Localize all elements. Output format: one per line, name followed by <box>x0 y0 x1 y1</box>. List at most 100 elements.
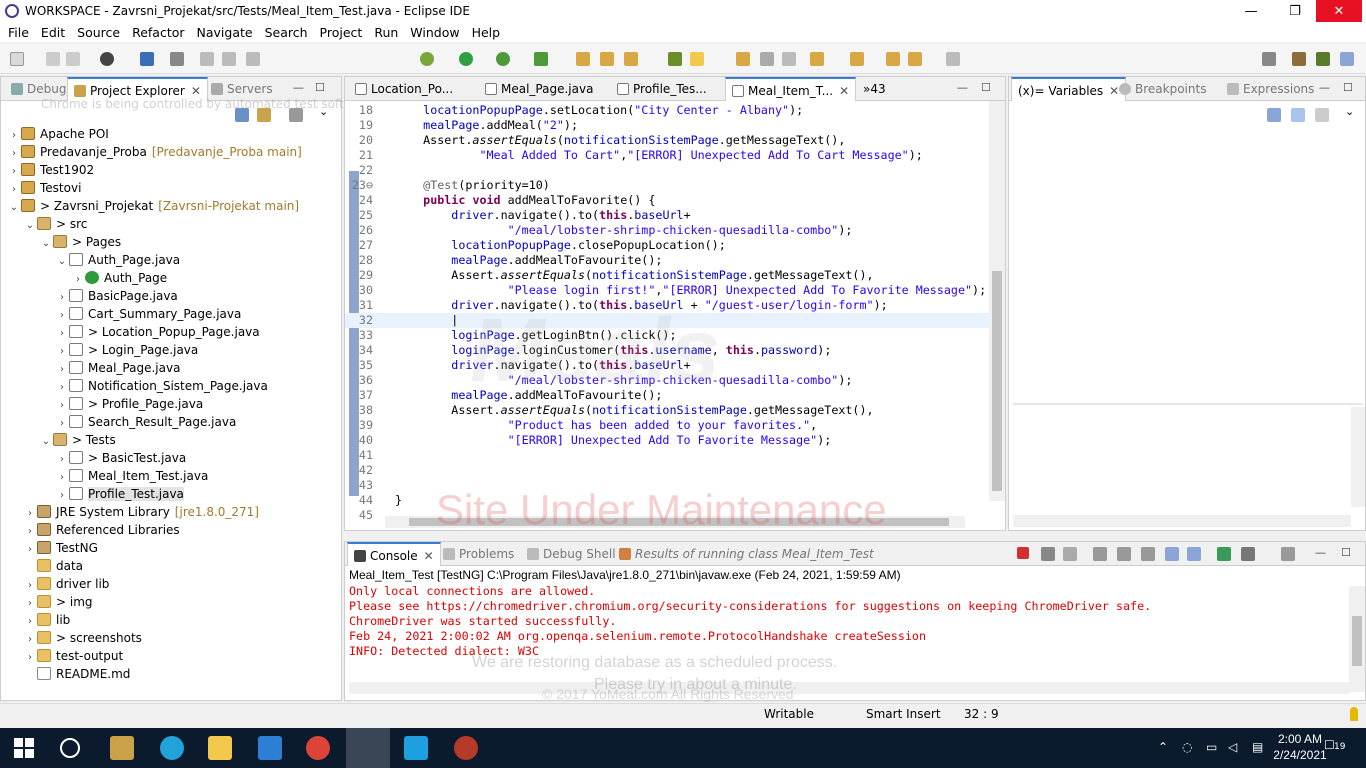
tree-item[interactable]: › driver lib <box>23 575 109 593</box>
tab-profile-test[interactable]: Profile_Tes... <box>611 77 713 101</box>
tree-item[interactable]: › Search_Result_Page.java <box>55 413 236 431</box>
windows-start-icon[interactable] <box>12 736 36 760</box>
maximize-view-icon[interactable]: ☐ <box>1343 81 1353 94</box>
code-line[interactable]: 38 Assert.assertEquals(notificationSiste… <box>345 403 989 418</box>
debug-config-icon[interactable] <box>100 52 114 66</box>
console-vertical-scrollbar[interactable] <box>1349 586 1365 692</box>
view-filter-icon[interactable] <box>289 108 303 122</box>
menu-refactor[interactable]: Refactor <box>126 25 190 40</box>
debug-perspective-icon[interactable] <box>1340 52 1354 66</box>
code-line[interactable]: 29 Assert.assertEquals(notificationSiste… <box>345 268 989 283</box>
menu-file[interactable]: File <box>2 25 35 40</box>
code-line[interactable]: 40 "[ERROR] Unexpected Add To Favorite M… <box>345 433 989 448</box>
collapse-all-icon[interactable] <box>1315 108 1329 122</box>
details-horizontal-scrollbar[interactable] <box>1013 515 1351 527</box>
tab-breakpoints[interactable]: Breakpoints <box>1113 77 1212 101</box>
code-line[interactable]: 21 "Meal Added To Cart","[ERROR] Unexpec… <box>345 148 989 163</box>
tab-location-popup-page[interactable]: Location_Po... <box>349 77 459 101</box>
save-icon[interactable] <box>46 52 60 66</box>
volume-icon[interactable]: ◁ <box>1228 740 1237 754</box>
skype-icon[interactable] <box>404 736 428 760</box>
show-on-stdout-icon[interactable] <box>1165 547 1179 561</box>
code-line[interactable]: 42 <box>345 463 989 478</box>
tab-problems[interactable]: Problems <box>437 542 520 566</box>
minimize-view-icon[interactable]: — <box>957 81 968 94</box>
menu-window[interactable]: Window <box>404 25 465 40</box>
java-perspective-icon[interactable] <box>1316 52 1330 66</box>
tree-item[interactable]: ⌄ > Pages <box>39 233 121 251</box>
tree-item[interactable]: › TestNG <box>23 539 98 557</box>
tab-expressions[interactable]: Expressions <box>1221 77 1320 101</box>
code-line[interactable]: 36 "/meal/lobster-shrimp-chicken-quesadi… <box>345 373 989 388</box>
tree-item[interactable]: › Profile_Test.java <box>55 485 184 503</box>
code-line[interactable]: 27 locationPopupPage.closePopupLocation(… <box>345 238 989 253</box>
insert-mode-status[interactable]: Smart Insert <box>866 707 941 721</box>
edge-icon[interactable] <box>160 736 184 760</box>
collapse-all-icon[interactable] <box>235 108 249 122</box>
expanded-arrow-icon[interactable]: ⌄ <box>23 217 37 235</box>
code-line[interactable]: 43 <box>345 478 989 493</box>
display-console-icon[interactable] <box>1241 547 1255 561</box>
toggle-mark-icon[interactable] <box>736 52 750 66</box>
prev-edit-icon[interactable] <box>850 52 864 66</box>
skip-breakpoints-icon[interactable] <box>170 52 184 66</box>
terminate-icon[interactable] <box>1017 547 1029 559</box>
terminate-icon[interactable] <box>246 52 260 66</box>
keyboard-icon[interactable]: ▤ <box>1252 740 1263 754</box>
tree-item[interactable]: › lib <box>23 611 70 629</box>
scroll-lock-icon[interactable] <box>1117 547 1131 561</box>
tree-item[interactable]: › Predavanje_Proba [Predavanje_Proba main] <box>7 143 302 161</box>
expanded-arrow-icon[interactable]: ⌄ <box>55 253 69 271</box>
tab-variables[interactable]: (x)= Variables ✕ <box>1011 77 1127 101</box>
menu-search[interactable]: Search <box>259 25 314 40</box>
tree-item[interactable]: › BasicPage.java <box>55 287 178 305</box>
debug-icon[interactable] <box>420 52 434 66</box>
tree-item[interactable]: ⌄ > src <box>23 215 87 233</box>
word-wrap-icon[interactable] <box>1141 547 1155 561</box>
code-line[interactable]: 23⊖ @Test(priority=10) <box>345 178 989 193</box>
tree-item[interactable]: › > Location_Popup_Page.java <box>55 323 260 341</box>
tab-console[interactable]: Console ✕ <box>347 542 441 566</box>
tab-testng-results[interactable]: Results of running class Meal_Item_Test <box>613 542 880 566</box>
back-icon[interactable] <box>908 52 922 66</box>
editor-vertical-scrollbar[interactable] <box>989 101 1005 501</box>
search-icon[interactable] <box>624 52 638 66</box>
expanded-arrow-icon[interactable]: ⌄ <box>7 199 21 217</box>
show-hidden-icons-icon[interactable]: ⌃ <box>1158 740 1168 754</box>
last-edit-icon[interactable] <box>886 52 900 66</box>
details-scrollbar[interactable] <box>1351 407 1365 507</box>
view-menu-chevron-icon[interactable]: ⌄ <box>319 105 328 118</box>
view-menu-chevron-icon[interactable]: ⌄ <box>1345 105 1354 118</box>
remove-launch-icon[interactable] <box>1041 547 1055 561</box>
menu-source[interactable]: Source <box>71 25 126 40</box>
coverage-icon[interactable] <box>496 52 510 66</box>
tree-item[interactable]: › Apache POI <box>7 125 109 143</box>
code-line[interactable]: 26 "/meal/lobster-shrimp-chicken-quesadi… <box>345 223 989 238</box>
open-perspective-icon[interactable] <box>1262 52 1276 66</box>
code-line[interactable]: 22 <box>345 163 989 178</box>
next-annotation-icon[interactable] <box>668 52 682 66</box>
taskbar-clock[interactable]: 2:00 AM 2/24/2021 <box>1270 731 1330 763</box>
mail-icon[interactable] <box>258 736 282 760</box>
tree-item[interactable]: data <box>23 557 83 575</box>
tree-item[interactable]: ⌄ Auth_Page.java <box>55 251 180 269</box>
minimize-button[interactable]: — <box>1228 0 1274 22</box>
battery-icon[interactable]: ▭ <box>1206 740 1217 754</box>
suspend-icon[interactable] <box>222 52 236 66</box>
open-console-icon[interactable] <box>1281 547 1295 561</box>
tree-item[interactable]: ⌄ > Tests <box>39 431 116 449</box>
code-line[interactable]: 41 <box>345 448 989 463</box>
block-selection-icon[interactable] <box>760 52 774 66</box>
tree-item[interactable]: › test-output <box>23 647 123 665</box>
open-task-icon[interactable] <box>600 52 614 66</box>
show-on-stderr-icon[interactable] <box>1187 547 1201 561</box>
code-line[interactable]: 32 | <box>345 313 989 328</box>
console-horizontal-scrollbar[interactable] <box>349 682 1349 694</box>
code-line[interactable]: 20 Assert.assertEquals(notificationSiste… <box>345 133 989 148</box>
code-line[interactable]: 37 mealPage.addMealToFavourite(); <box>345 388 989 403</box>
code-line[interactable]: 33 loginPage.getLoginBtn().click(); <box>345 328 989 343</box>
code-line[interactable]: 30 "Please login first!","[ERROR] Unexpe… <box>345 283 989 298</box>
tab-meal-page[interactable]: Meal_Page.java <box>479 77 599 101</box>
expanded-arrow-icon[interactable]: ⌄ <box>39 235 53 253</box>
tree-item[interactable]: › Auth_Page <box>71 269 167 287</box>
